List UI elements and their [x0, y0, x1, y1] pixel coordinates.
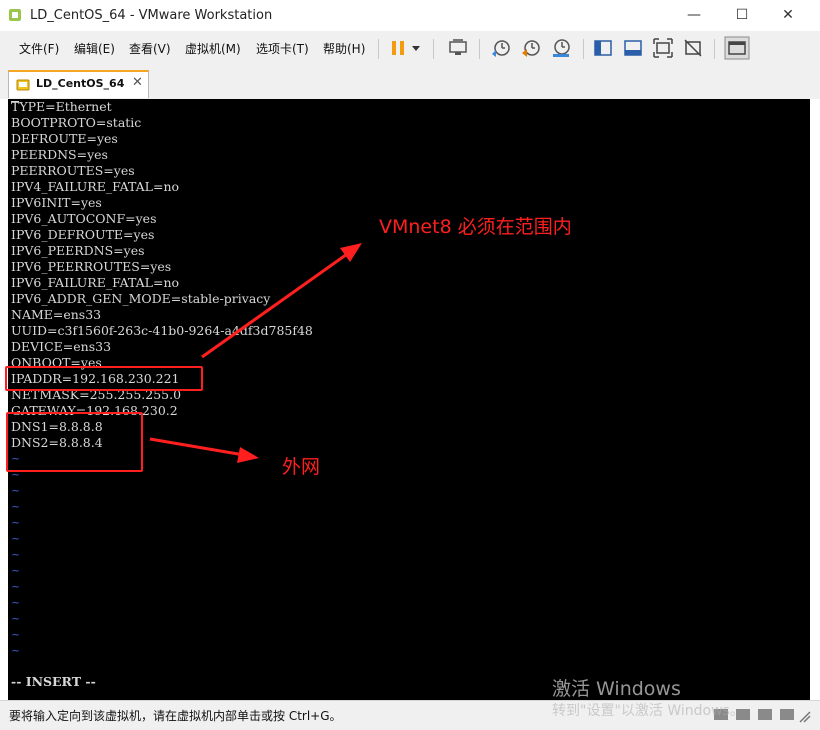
maximize-button[interactable]: ☐ [724, 4, 760, 26]
config-line: IPV6_FAILURE_FATAL=no [11, 275, 180, 290]
dropdown-arrow-icon[interactable] [409, 37, 423, 59]
config-line: NAME=ens33 [11, 307, 102, 322]
menu-help[interactable]: 帮助(H) [323, 40, 365, 57]
activate-windows-watermark: 激活 Windows [552, 678, 681, 700]
menu-tabs[interactable]: 选项卡(T) [256, 40, 309, 57]
snapshot-take-icon[interactable] [490, 37, 512, 59]
toolbar-separator [479, 39, 480, 59]
pause-icon[interactable] [387, 37, 409, 59]
vim-mode-indicator: -- INSERT -- [11, 674, 96, 689]
empty-line-tilde: ~ [11, 644, 21, 657]
snapshot-revert-icon[interactable] [520, 37, 542, 59]
config-line: UUID=c3f1560f-263c-41b0-9264-a4df3d785f4… [11, 323, 313, 338]
config-line: BOOTPROTO=static [11, 115, 142, 130]
toolbar-separator [433, 39, 434, 59]
config-line: IPV6_PEERDNS=yes [11, 243, 145, 258]
fullscreen-icon[interactable] [652, 37, 674, 59]
minimize-button[interactable]: — [676, 4, 712, 26]
config-line: IPV6_AUTOCONF=yes [11, 211, 157, 226]
config-line: IPV6_PEERROUTES=yes [11, 259, 172, 274]
ipaddr-highlight-box [5, 366, 203, 391]
toolbar-separator [378, 39, 379, 59]
title-bar: LD_CentOS_64 - VMware Workstation — ☐ ✕ [0, 0, 820, 31]
empty-line-tilde: ~ [11, 612, 21, 625]
menu-toolbar-bar: 文件(F) 编辑(E) 查看(V) 虚拟机(M) 选项卡(T) 帮助(H) [0, 31, 820, 67]
empty-line-tilde: ~ [11, 580, 21, 593]
vmware-app-icon [9, 9, 21, 21]
menu-vm[interactable]: 虚拟机(M) [185, 40, 241, 57]
empty-line-tilde: ~ [11, 532, 21, 545]
empty-line-tilde: ~ [11, 596, 21, 609]
empty-line-tilde: ~ [11, 548, 21, 561]
tab-ld-centos-64[interactable]: LD_CentOS_64 ✕ [8, 70, 149, 98]
tab-label: LD_CentOS_64 [36, 77, 125, 90]
config-line: TYPE=Ethernet [11, 99, 112, 114]
empty-line-tilde: ~ [11, 484, 21, 497]
empty-line-tilde: ~ [11, 564, 21, 577]
config-line: PEERDNS=yes [11, 147, 108, 162]
empty-line-tilde: ~ [11, 500, 21, 513]
snapshot-manager-icon[interactable] [550, 37, 572, 59]
empty-line-tilde: ~ [11, 516, 21, 529]
window-title: LD_CentOS_64 - VMware Workstation [30, 8, 273, 23]
menu-view[interactable]: 查看(V) [129, 40, 171, 57]
config-line: DEVICE=ens33 [11, 339, 112, 354]
config-line: IPV6INIT=yes [11, 195, 102, 210]
config-line: IPV4_FAILURE_FATAL=no [11, 179, 180, 194]
config-line: IPV6_DEFROUTE=yes [11, 227, 155, 242]
vm-console[interactable]: TYPE=Ethernet BOOTPROTO=static DEFROUTE=… [8, 99, 810, 700]
toolbar-separator [714, 39, 715, 59]
vmnet-annotation: VMnet8 必须在范围内 [379, 216, 572, 238]
toolbar-separator [583, 39, 584, 59]
unity-icon[interactable] [682, 37, 704, 59]
config-line: IPV6_ADDR_GEN_MODE=stable-privacy [11, 291, 271, 306]
dns-highlight-box [6, 412, 143, 472]
close-window-button[interactable]: ✕ [770, 4, 806, 26]
vm-tab-icon [16, 79, 30, 91]
console-view-icon[interactable] [622, 37, 644, 59]
external-network-annotation: 外网 [282, 456, 321, 478]
tab-bar: LD_CentOS_64 ✕ [0, 66, 820, 99]
config-line: PEERROUTES=yes [11, 163, 135, 178]
activate-windows-subtext: 转到"设置"以激活 Windows。 [552, 703, 744, 719]
config-line: DEFROUTE=yes [11, 131, 118, 146]
tab-close-icon[interactable]: ✕ [132, 75, 143, 90]
menu-edit[interactable]: 编辑(E) [74, 40, 115, 57]
empty-line-tilde: ~ [11, 628, 21, 641]
send-ctrl-alt-del-icon[interactable] [447, 37, 469, 59]
status-message: 要将输入定向到该虚拟机，请在虚拟机内部单击或按 Ctrl+G。 [9, 709, 342, 723]
sidebar-toggle-icon[interactable] [592, 37, 614, 59]
menu-file[interactable]: 文件(F) [19, 40, 59, 57]
thumbnail-view-icon[interactable] [724, 36, 750, 60]
